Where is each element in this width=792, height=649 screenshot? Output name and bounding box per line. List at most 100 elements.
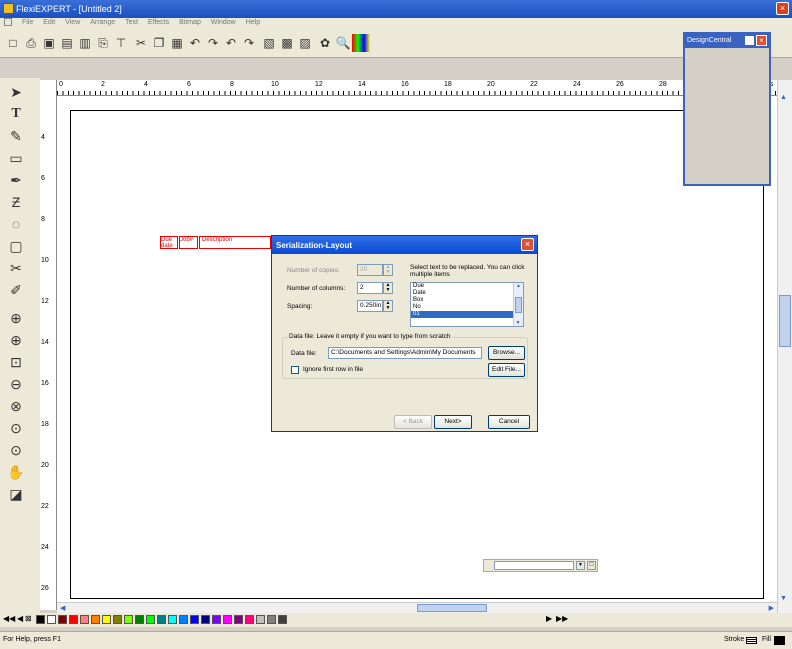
new-icon[interactable]: □ [4, 34, 22, 52]
zoom-input[interactable] [494, 561, 574, 570]
back-button[interactable]: < Back [394, 415, 432, 429]
data-file-input[interactable]: C:\Documents and Settings\Admin\My Docum… [328, 347, 482, 359]
copy-icon[interactable]: ❐ [150, 34, 168, 52]
knife-tool-icon[interactable]: ✂ [3, 258, 29, 278]
color-swatch[interactable] [168, 615, 177, 624]
clipart-icon[interactable]: ▨ [296, 34, 314, 52]
zoom-page-tool-icon[interactable]: ⊡ [3, 352, 29, 372]
menu-window[interactable]: Window [211, 19, 236, 26]
cut-icon[interactable]: ✂ [132, 34, 150, 52]
zoom-selection-tool-icon[interactable]: ⊗ [3, 396, 29, 416]
horizontal-ruler[interactable]: 0 2 4 6 8 10 12 14 16 18 20 22 24 26 28 … [57, 80, 777, 96]
color-swatch[interactable] [113, 615, 122, 624]
barcode-icon[interactable]: ▩ [278, 34, 296, 52]
palette-nav-prev-icon[interactable]: ◀ [17, 614, 23, 623]
palette-nav-last-icon[interactable]: ▶▶ [556, 614, 568, 623]
canvas-header-description[interactable]: Description [199, 236, 271, 249]
spacing-input[interactable]: 0.250in [357, 300, 383, 312]
fill-swatch-icon[interactable] [774, 636, 785, 645]
contour-tool-icon[interactable]: ◌ [3, 214, 29, 234]
zoom-previous-tool-icon[interactable]: ⊙ [3, 440, 29, 460]
color-swatch[interactable] [135, 615, 144, 624]
list-item[interactable]: No [411, 304, 523, 311]
vertical-scroll-thumb[interactable] [779, 295, 791, 347]
undo-list-icon[interactable]: ↶ [222, 34, 240, 52]
color-swatch[interactable] [201, 615, 210, 624]
eyedropper-tool-icon[interactable]: ✐ [3, 280, 29, 300]
canvas-header-due-date[interactable]: Due date [160, 236, 178, 249]
zoom-in-tool-icon[interactable]: ⊕ [3, 308, 29, 328]
menu-help[interactable]: Help [246, 19, 260, 26]
paste-icon[interactable]: ▦ [168, 34, 186, 52]
zoom-dropdown-icon[interactable]: ▼ [576, 561, 585, 570]
text-tool-icon[interactable]: T [3, 104, 29, 124]
pan-tool-icon[interactable]: ✋ [3, 462, 29, 482]
listbox-scrollbar[interactable]: ▲ ▼ [513, 283, 523, 326]
color-swatch[interactable] [47, 615, 56, 624]
menu-bitmap[interactable]: Bitmap [179, 19, 201, 26]
design-central-minimize-button[interactable] [744, 35, 755, 46]
zoom-tool-icon[interactable]: ⊕ [3, 330, 29, 350]
color-swatch[interactable] [36, 615, 45, 624]
list-item-selected[interactable]: 01 [411, 311, 523, 318]
undo-icon[interactable]: ↶ [186, 34, 204, 52]
zoom-all-tool-icon[interactable]: ⊙ [3, 418, 29, 438]
freehand-tool-icon[interactable]: Ƶ [3, 192, 29, 212]
print-preview-icon[interactable]: ▤ [58, 34, 76, 52]
zoom-icon[interactable]: 🔍 [334, 34, 352, 52]
color-swatch[interactable] [234, 615, 243, 624]
color-swatch[interactable] [190, 615, 199, 624]
zoom-combo[interactable]: ▼ □ [483, 559, 598, 572]
color-swatch[interactable] [157, 615, 166, 624]
color-swatch[interactable] [179, 615, 188, 624]
color-swatch[interactable] [223, 615, 232, 624]
no-color-swatch-icon[interactable]: ⊠ [25, 614, 32, 623]
num-copies-spinner[interactable]: ▲ ▼ [383, 264, 393, 276]
color-icon[interactable]: ✿ [316, 34, 334, 52]
stroke-swatch-icon[interactable] [746, 637, 757, 644]
edit-file-button[interactable]: Edit File... [488, 363, 525, 377]
list-item[interactable]: Due [411, 283, 523, 290]
color-swatch[interactable] [124, 615, 133, 624]
listbox-scroll-thumb[interactable] [515, 297, 522, 313]
menu-arrange[interactable]: Arrange [90, 19, 115, 26]
color-swatch[interactable] [278, 615, 287, 624]
frame-tool-icon[interactable]: ▢ [3, 236, 29, 256]
palette-icon[interactable] [352, 34, 370, 52]
open-icon[interactable]: ⎙ [22, 34, 40, 52]
list-item[interactable]: Box [411, 297, 523, 304]
color-swatch[interactable] [245, 615, 254, 624]
scroll-up-icon[interactable]: ▲ [780, 94, 787, 101]
palette-nav-next-icon[interactable]: ▶ [546, 614, 552, 623]
scroll-down-icon[interactable]: ▼ [780, 595, 787, 602]
close-window-button[interactable]: × [776, 2, 789, 15]
print-setup-icon[interactable]: ▥ [76, 34, 94, 52]
palette-nav-first-icon[interactable]: ◀◀ [3, 614, 15, 623]
zoom-apply-icon[interactable]: □ [587, 561, 596, 570]
menu-text[interactable]: Text [125, 19, 138, 26]
spacing-spinner[interactable]: ▲ ▼ [383, 300, 393, 312]
color-swatch[interactable] [256, 615, 265, 624]
menu-view[interactable]: View [65, 19, 80, 26]
print-icon[interactable]: ⎘ [94, 34, 112, 52]
dialog-close-button[interactable]: × [521, 238, 534, 251]
browse-button[interactable]: Browse... [488, 346, 525, 360]
replace-text-listbox[interactable]: Due Date Box No 01 ▲ ▼ [410, 282, 524, 327]
redo-icon[interactable]: ↷ [204, 34, 222, 52]
scroll-left-icon[interactable]: ◀ [60, 604, 65, 612]
pointer-tool-icon[interactable]: ➤ [3, 82, 29, 102]
serialize-icon[interactable]: ▧ [260, 34, 278, 52]
color-swatch[interactable] [212, 615, 221, 624]
num-columns-input[interactable]: 2 [357, 282, 383, 294]
list-item[interactable]: Date [411, 290, 523, 297]
menu-file[interactable]: File [22, 19, 33, 26]
design-central-panel[interactable]: DesignCentral × [683, 32, 771, 186]
color-swatch[interactable] [102, 615, 111, 624]
color-swatch[interactable] [91, 615, 100, 624]
next-button[interactable]: Next> [434, 415, 472, 429]
canvas-header-job[interactable]: Job# [179, 236, 198, 249]
save-icon[interactable]: ▣ [40, 34, 58, 52]
ignore-first-row-checkbox[interactable] [291, 366, 299, 374]
listbox-down-icon[interactable]: ▼ [514, 320, 522, 326]
listbox-up-icon[interactable]: ▲ [514, 283, 523, 289]
